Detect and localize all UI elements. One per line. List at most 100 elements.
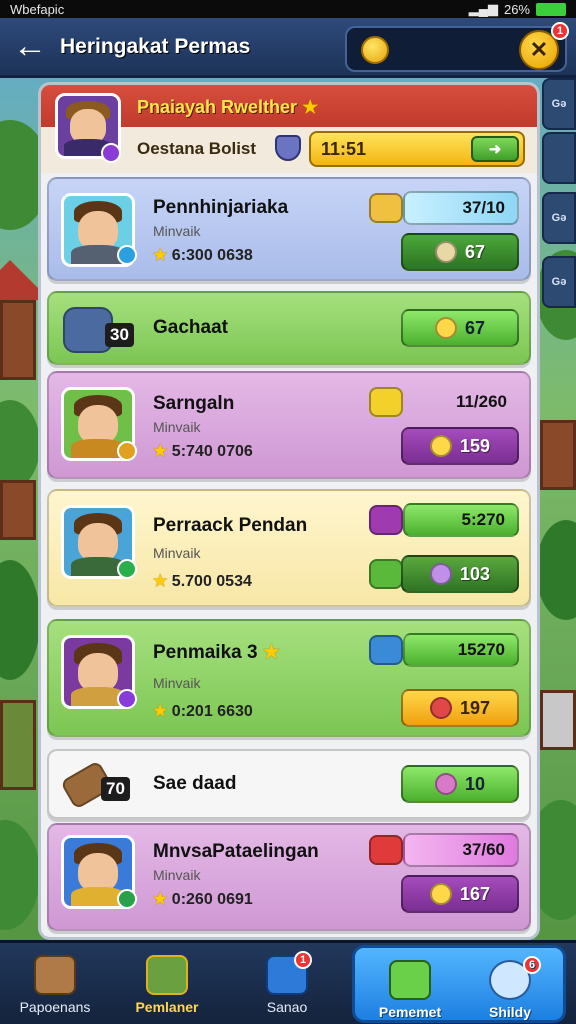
player-subtitle: Oestana Bolist [137,139,257,158]
nav-item-pemlaner[interactable]: Pemlaner [112,949,222,1023]
star-icon: ★ [153,573,168,590]
score-value: 37/60 [403,833,519,867]
row-subtitle: Minvaik [153,545,201,561]
reward-button[interactable]: 197 [401,689,519,727]
star-icon: ★ [302,97,319,117]
progress-value: 11:51 [321,138,367,159]
potion-icon [369,835,403,865]
claim-button[interactable]: 67 [401,309,519,347]
rank-badge-icon [101,143,121,163]
ranking-row-7[interactable]: MnvsaPataelingan Minvaik ★ 0:260 0691 37… [47,823,531,931]
row-subtitle: Minvaik [153,223,201,239]
star-icon: ★ [153,703,168,720]
page-title: Heringakat Permas [60,34,251,58]
gold-bar-icon [369,387,403,417]
reward-button[interactable]: 103 [401,555,519,593]
shield-icon [275,135,301,161]
score-value: 37/10 [403,191,519,225]
close-icon: ✕ [529,37,549,62]
scroll-icon [434,241,457,263]
trophy-icon [369,193,403,223]
bottom-nav: Papoenans Pemlaner 1 Sanao Pememet 6 Shi… [0,940,576,1024]
sapphire-icon [369,635,403,665]
ranking-row-1[interactable]: Pennhinjariaka Minvaik ★ 6:300 0638 37/1… [47,177,531,281]
map-icon [146,955,188,995]
status-text: Wbefapic [10,1,65,17]
row-stats: ★ 5.700 0534 [153,573,252,590]
row-subtitle: Minvaik [153,419,201,435]
score-value: 5:270 [403,503,519,537]
status-badge-icon [117,559,137,579]
crystal-icon [429,563,452,585]
level-tag: 30 [105,323,134,347]
ranking-row-6[interactable]: 70 Sae daad 10 [47,749,531,819]
status-badge-icon [117,689,137,709]
row-subtitle: Minvaik [153,867,201,883]
player-progress-bar: 11:51 ➜ [309,131,525,167]
featured-nav-group: Pememet 6 Shildy [352,945,566,1023]
star-icon: ★ [153,891,168,908]
star-icon: ★ [153,443,168,460]
currency-bar[interactable]: ✕ 1 [345,22,569,72]
row-stats: ★ 0:201 6630 [153,703,253,720]
ranking-row-3[interactable]: Sarngaln Minvaik ★ 5:740 0706 11/260 159 [47,371,531,479]
row-name: Penmaika 3 ★ [153,642,280,663]
row-stats: ★ 6:300 0638 [153,247,253,264]
ranking-row-5[interactable]: Penmaika 3 ★ Minvaik ★ 0:201 6630 15270 … [47,619,531,737]
coin-icon [434,317,457,339]
scroll-icon [34,955,76,995]
rail-button-2[interactable] [542,132,576,184]
rail-button-3[interactable]: Gǝ [542,192,576,244]
nav-label: Shildy [488,1004,531,1020]
potion-icon [369,559,403,589]
battery-icon [536,2,566,16]
nav-label: Pememet [378,1004,442,1020]
player-name: Pnaiayah Rwelther ★ [137,97,319,117]
go-button[interactable]: ➜ [471,136,519,162]
row-name: Sae daad [153,773,237,794]
claim-button[interactable]: 10 [401,765,519,803]
score-value: 15270 [403,633,519,667]
rail-button-1[interactable]: Gǝ [542,78,576,130]
back-arrow-icon: ← [13,27,47,65]
star-icon: ★ [262,642,280,663]
nav-label: Pemlaner [135,999,199,1015]
status-badge-icon [117,889,137,909]
nav-item-papoenans[interactable]: Papoenans [0,949,110,1023]
row-stats: ★ 5:740 0706 [153,443,253,460]
arrow-icon: ➜ [488,141,502,158]
leaf-icon [389,960,431,1000]
ranking-row-4[interactable]: Perraack Pendan Minvaik ★ 5.700 0534 5:2… [47,489,531,607]
reward-button[interactable]: 67 [401,233,519,271]
nav-item-shildy[interactable]: 6 Shildy [455,954,565,1024]
nav-badge: 1 [294,951,312,969]
coin-bag-icon [429,883,452,905]
reward-button[interactable]: 167 [401,875,519,913]
ranking-panel: Pnaiayah Rwelther ★ Oestana Bolist 11:51… [38,82,540,940]
level-tag: 70 [101,777,130,801]
star-icon: ★ [153,247,168,264]
status-bar: Wbefapic ▂▄▆ 26% [0,0,576,18]
back-button[interactable]: ← [0,17,60,77]
nav-item-pememet[interactable]: Pememet [355,954,465,1024]
status-badge-icon [117,245,137,265]
ruby-icon [429,697,452,719]
row-name: Sarngaln [153,393,235,414]
signal-icon: ▂▄▆ [468,1,498,16]
row-name: MnvsaPataelingan [153,841,319,862]
rail-button-4[interactable]: Gǝ [542,256,576,308]
nav-label: Papoenans [19,999,91,1015]
row-subtitle: Minvaik [153,675,201,691]
score-value: 11/260 [455,392,507,411]
reward-button[interactable]: 159 [401,427,519,465]
gem-icon [369,505,403,535]
nav-label: Sanao [266,999,308,1015]
row-name: Perraack Pendan [153,515,308,536]
ranking-row-2[interactable]: 30 Gachaat 67 [47,291,531,365]
notification-badge: 1 [551,22,569,40]
nav-item-sanao[interactable]: 1 Sanao [232,949,342,1023]
row-stats: ★ 0:260 0691 [153,891,253,908]
player-header: Pnaiayah Rwelther ★ Oestana Bolist 11:51… [41,85,537,173]
status-badge-icon [117,441,137,461]
battery-level: 26% [503,1,530,17]
